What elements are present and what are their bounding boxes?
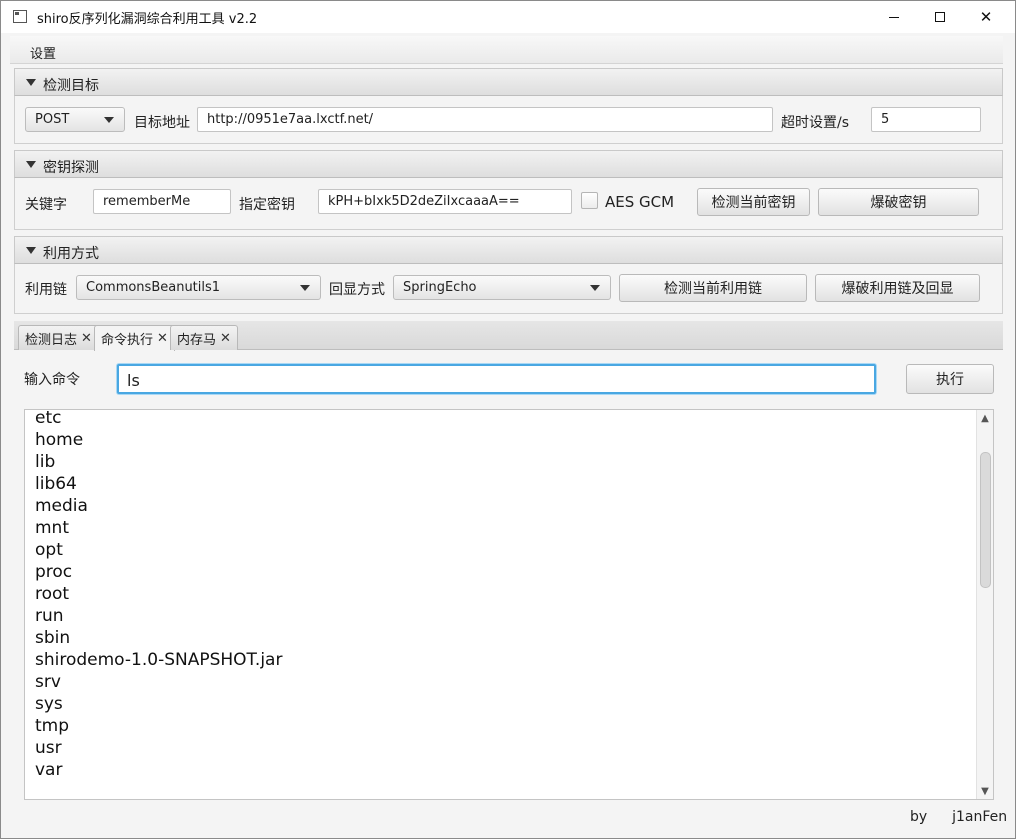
window-title: shiro反序列化漏洞综合利用工具 v2.2: [37, 12, 258, 27]
brute-chain-button[interactable]: 爆破利用链及回显: [815, 274, 980, 302]
maximize-button[interactable]: [917, 1, 963, 33]
output-line: etc: [35, 409, 62, 428]
tab-memshell[interactable]: 内存马 ✕: [170, 325, 238, 350]
scroll-down-arrow-icon[interactable]: ▼: [977, 783, 993, 799]
section-header-target[interactable]: 检测目标: [14, 68, 1003, 96]
check-key-button[interactable]: 检测当前密钥: [697, 188, 810, 216]
timeout-input[interactable]: 5: [871, 107, 981, 132]
key-input[interactable]: kPH+bIxk5D2deZiIxcaaaA==: [318, 189, 572, 214]
keyword-input[interactable]: rememberMe: [93, 189, 231, 214]
command-label: 输入命令: [24, 372, 80, 388]
output-line: home: [35, 430, 84, 450]
minimize-button[interactable]: [871, 1, 917, 33]
section-title-key: 密钥探测: [43, 160, 99, 176]
output-line: media: [35, 496, 88, 516]
dropdown-arrow-icon: [104, 117, 114, 123]
output-line: var: [35, 760, 63, 780]
tab-close-icon[interactable]: ✕: [220, 331, 231, 346]
collapse-triangle-icon: [26, 247, 36, 254]
section-body-target: POST 目标地址 http://0951e7aa.lxctf.net/ 超时设…: [14, 96, 1003, 144]
aes-gcm-checkbox[interactable]: [581, 192, 598, 209]
output-line: mnt: [35, 518, 69, 538]
output-line: srv: [35, 672, 61, 692]
footer-credit: by j1anFen: [910, 809, 1007, 825]
footer-author: j1anFen: [952, 809, 1008, 825]
footer-by: by: [910, 809, 928, 825]
section-header-exploit[interactable]: 利用方式: [14, 236, 1003, 264]
command-output-area[interactable]: etc home lib lib64 media mnt opt proc root run sbi…: [24, 409, 994, 800]
maximize-icon: [935, 12, 945, 22]
output-line: usr: [35, 738, 62, 758]
output-line: run: [35, 606, 64, 626]
keyword-label: 关键字: [25, 197, 67, 213]
scroll-thumb[interactable]: [980, 452, 991, 588]
output-line: sys: [35, 694, 63, 714]
tab-detect-log[interactable]: 检测日志 ✕: [18, 325, 99, 350]
output-line: lib64: [35, 474, 77, 494]
app-window-icon: [13, 10, 27, 23]
brute-key-button[interactable]: 爆破密钥: [818, 188, 979, 216]
section-header-key[interactable]: 密钥探测: [14, 150, 1003, 178]
section-body-exploit: 利用链 CommonsBeanutils1 回显方式 SpringEcho 检测…: [14, 264, 1003, 314]
chain-select-value: CommonsBeanutils1: [86, 280, 221, 295]
key-label: 指定密钥: [239, 197, 295, 213]
close-icon: ✕: [979, 8, 993, 26]
chain-label: 利用链: [25, 282, 67, 298]
collapse-triangle-icon: [26, 79, 36, 86]
main-content: 设置 检测目标 POST 目标地址 http://0951e7aa.lxctf.…: [10, 34, 1010, 834]
execute-button[interactable]: 执行: [906, 364, 994, 394]
output-line: sbin: [35, 628, 71, 648]
aes-gcm-label: AES GCM: [605, 193, 675, 211]
echo-select-value: SpringEcho: [403, 280, 477, 295]
tab-label: 内存马: [177, 332, 217, 348]
tab-close-icon[interactable]: ✕: [81, 331, 92, 346]
tab-command-exec[interactable]: 命令执行 ✕: [94, 325, 175, 351]
echo-label: 回显方式: [329, 282, 385, 298]
scroll-up-arrow-icon[interactable]: ▲: [977, 410, 993, 426]
check-chain-button[interactable]: 检测当前利用链: [619, 274, 807, 302]
output-line: tmp: [35, 716, 70, 736]
vertical-scrollbar[interactable]: ▲ ▼: [976, 410, 993, 799]
dropdown-arrow-icon: [590, 285, 600, 291]
url-input[interactable]: http://0951e7aa.lxctf.net/: [197, 107, 773, 132]
collapse-triangle-icon: [26, 161, 36, 168]
section-title-target: 检测目标: [43, 78, 99, 94]
title-bar: shiro反序列化漏洞综合利用工具 v2.2 ✕: [1, 1, 1015, 33]
section-body-key: 关键字 rememberMe 指定密钥 kPH+bIxk5D2deZiIxcaa…: [14, 178, 1003, 230]
method-select[interactable]: POST: [25, 107, 125, 132]
output-line: root: [35, 584, 70, 604]
close-button[interactable]: ✕: [963, 1, 1009, 33]
output-line: proc: [35, 562, 73, 582]
section-title-exploit: 利用方式: [43, 246, 99, 262]
tab-label: 检测日志: [25, 332, 78, 348]
command-input[interactable]: ls: [117, 364, 876, 394]
output-line: shirodemo-1.0-SNAPSHOT.jar: [35, 650, 283, 670]
output-line: lib: [35, 452, 56, 472]
dropdown-arrow-icon: [300, 285, 310, 291]
menu-bar: 设置: [10, 36, 1003, 64]
url-label: 目标地址: [134, 115, 190, 131]
tab-label: 命令执行: [101, 333, 154, 348]
tab-bar: 检测日志 ✕ 命令执行 ✕ 内存马 ✕: [14, 321, 1003, 351]
echo-select[interactable]: SpringEcho: [393, 275, 611, 300]
tab-close-icon[interactable]: ✕: [157, 331, 168, 346]
command-output-lines: etc home lib lib64 media mnt opt proc root run sbi…: [35, 409, 283, 781]
method-select-value: POST: [35, 112, 70, 127]
chain-select[interactable]: CommonsBeanutils1: [76, 275, 321, 300]
menu-settings[interactable]: 设置: [30, 43, 56, 62]
timeout-label: 超时设置/s: [781, 115, 850, 131]
minimize-icon: [889, 16, 899, 18]
output-line: opt: [35, 540, 63, 560]
app-window: shiro反序列化漏洞综合利用工具 v2.2 ✕ 设置 检测目标 POST 目标…: [0, 0, 1016, 839]
